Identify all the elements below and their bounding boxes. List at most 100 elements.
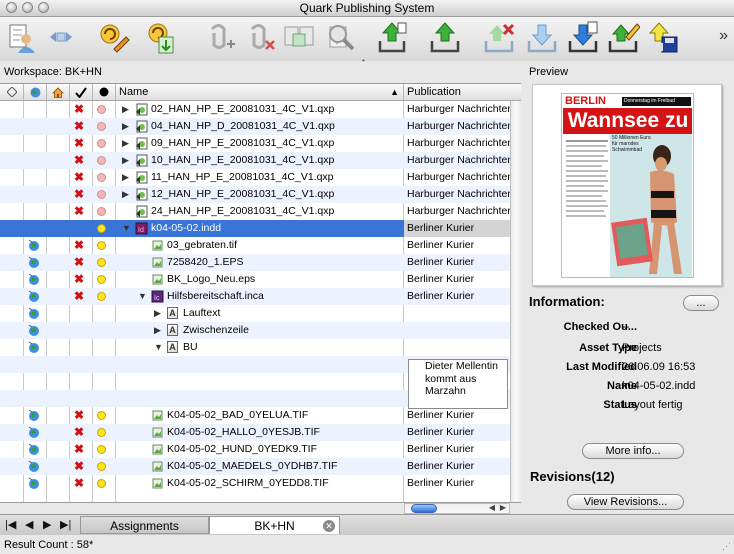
info-field-value: k04-05-02.indd bbox=[622, 380, 696, 392]
toolbar-button-refresh-export[interactable] bbox=[144, 19, 178, 57]
asset-name: 10_HAN_HP_E_20081031_4C_V1.qxp bbox=[151, 154, 335, 166]
disclosure-open-icon[interactable]: ▼ bbox=[138, 288, 147, 305]
text-component-icon: A bbox=[167, 341, 178, 353]
table-row[interactable]: ✖ K04-05-02_MAEDELS_0YDHB7.TIF Berliner Ku… bbox=[0, 458, 510, 475]
first-page-icon[interactable]: |◀ bbox=[5, 518, 16, 531]
toolbar-button-save-upload[interactable] bbox=[645, 19, 679, 57]
disclosure-open-icon[interactable]: ▼ bbox=[154, 339, 163, 356]
minimize-window-button[interactable] bbox=[22, 2, 33, 13]
quark-document-icon bbox=[136, 154, 148, 167]
toolbar-button-check-in-upload[interactable] bbox=[376, 19, 410, 57]
resize-grip-icon[interactable]: ⋰ bbox=[722, 541, 731, 552]
table-row[interactable]: ▼ Id k04-05-02.indd Berliner Kurier bbox=[0, 220, 510, 237]
column-header-status[interactable] bbox=[93, 84, 116, 100]
view-revisions-button[interactable]: View Revisions... bbox=[567, 494, 684, 510]
not-checked-icon: ✖ bbox=[74, 119, 85, 133]
table-row[interactable]: ▼ A BU bbox=[0, 339, 510, 356]
table-row[interactable]: ✖ ▶ 10_HAN_HP_E_20081031_4C_V1.qxp Harburge… bbox=[0, 152, 510, 169]
disclosure-closed-icon[interactable]: ▶ bbox=[122, 118, 129, 135]
table-row[interactable]: ✖ K04-05-02_BAD_0YELUA.TIF Berliner Kurier bbox=[0, 407, 510, 424]
toolbar-button-download-copy[interactable] bbox=[566, 19, 600, 57]
not-checked-icon: ✖ bbox=[74, 136, 85, 150]
zoom-window-button[interactable] bbox=[38, 2, 49, 13]
table-row[interactable]: ✖ K04-05-02_HALLO_0YESJB.TIF Berliner Kuri… bbox=[0, 424, 510, 441]
toolbar-button-edit-tray[interactable] bbox=[606, 19, 640, 57]
table-row[interactable]: ▶ A Lauftext bbox=[0, 305, 510, 322]
disclosure-closed-icon[interactable]: ▶ bbox=[154, 305, 161, 322]
table-row[interactable]: ✖ K04-05-02_SCHIRM_0YEDD8.TIF Berliner Kur… bbox=[0, 475, 510, 492]
status-dot-icon bbox=[97, 292, 106, 301]
table-row[interactable]: ✖ BK_Logo_Neu.eps Berliner Kurier bbox=[0, 271, 510, 288]
toolbar-button-cancel-upload[interactable] bbox=[482, 19, 516, 57]
text-component-icon: A bbox=[167, 307, 178, 319]
web-link-icon bbox=[28, 307, 39, 319]
indesign-file-icon: Id bbox=[135, 222, 148, 235]
toolbar-button-compare-layout[interactable] bbox=[282, 19, 316, 57]
asset-name: 03_gebraten.tif bbox=[167, 239, 238, 251]
toolbar-button-attach-add[interactable] bbox=[202, 19, 236, 57]
column-header-publication[interactable]: Publication bbox=[404, 84, 521, 100]
disclosure-closed-icon[interactable]: ▶ bbox=[122, 135, 129, 152]
column-header-name[interactable]: Name ▲ bbox=[116, 84, 404, 100]
toolbar-overflow-button[interactable]: » bbox=[719, 27, 728, 45]
table-row[interactable]: ✖ 24_HAN_HP_E_20081031_4C_V1.qxp Harburger… bbox=[0, 203, 510, 220]
table-row[interactable]: ✖ K04-05-02_HUND_0YEDK9.TIF Berliner Kurie… bbox=[0, 441, 510, 458]
scroll-right-icon[interactable]: ▶ bbox=[500, 503, 506, 512]
table-row[interactable]: ✖ ▶ 12_HAN_HP_E_20081031_4C_V1.qxp Harburge… bbox=[0, 186, 510, 203]
table-row[interactable]: ✖ ▶ 11_HAN_HP_E_20081031_4C_V1.qxp Harburge… bbox=[0, 169, 510, 186]
table-row[interactable]: ✖ ▼ Ic Hilfsbereitschaft.inca Berliner Kurie… bbox=[0, 288, 510, 305]
vertical-scrollbar[interactable] bbox=[510, 101, 521, 502]
column-header-web[interactable] bbox=[24, 84, 47, 100]
disclosure-closed-icon[interactable]: ▶ bbox=[122, 101, 129, 118]
picture-file-icon bbox=[152, 444, 163, 455]
toolbar-button-back-forward[interactable] bbox=[44, 19, 78, 57]
asset-name: 04_HAN_HP_D_20081031_4C_V1.qxp bbox=[151, 120, 335, 132]
tab-bk-hn[interactable]: BK+HN ✕ bbox=[209, 516, 340, 534]
disclosure-closed-icon[interactable]: ▶ bbox=[154, 322, 161, 339]
close-tab-icon[interactable]: ✕ bbox=[323, 520, 335, 532]
tab-assignments[interactable]: Assignments bbox=[80, 516, 209, 534]
table-row[interactable]: ✖ 7258420_1.EPS Berliner Kurier bbox=[0, 254, 510, 271]
table-row[interactable]: ✖ ▶ 09_HAN_HP_E_20081031_4C_V1.qxp Harburge… bbox=[0, 135, 510, 152]
scroll-thumb[interactable] bbox=[411, 504, 437, 513]
more-info-button[interactable]: More info... bbox=[582, 443, 684, 459]
previous-page-icon[interactable]: ◀ bbox=[25, 518, 33, 531]
column-header-lock[interactable] bbox=[0, 84, 24, 100]
refresh-edit-icon bbox=[100, 24, 130, 53]
disclosure-closed-icon[interactable]: ▶ bbox=[122, 152, 129, 169]
text-component-icon: A bbox=[167, 324, 178, 336]
toolbar-button-user-checklist[interactable] bbox=[4, 19, 38, 57]
column-header-home[interactable] bbox=[47, 84, 70, 100]
not-checked-icon: ✖ bbox=[74, 255, 85, 269]
toolbar-button-download[interactable] bbox=[525, 19, 559, 57]
disclosure-closed-icon[interactable]: ▶ bbox=[122, 186, 129, 203]
toolbar-button-upload[interactable] bbox=[428, 19, 462, 57]
splitter-handle[interactable]: • bbox=[362, 56, 365, 65]
asset-name: 7258420_1.EPS bbox=[167, 256, 244, 268]
info-field-value: Projects bbox=[622, 342, 662, 354]
web-link-icon bbox=[28, 426, 39, 438]
last-page-icon[interactable]: ▶| bbox=[60, 518, 71, 531]
toolbar-button-refresh-edit[interactable] bbox=[96, 19, 130, 57]
table-row[interactable]: ▶ A Zwischenzeile bbox=[0, 322, 510, 339]
column-header-check[interactable] bbox=[70, 84, 93, 100]
web-link-icon bbox=[28, 341, 39, 353]
disclosure-closed-icon[interactable]: ▶ bbox=[122, 169, 129, 186]
table-row[interactable]: ✖ 03_gebraten.tif Berliner Kurier bbox=[0, 237, 510, 254]
disclosure-open-icon[interactable]: ▼ bbox=[122, 220, 131, 237]
preview-label: Preview bbox=[529, 66, 569, 78]
asset-publication: Berliner Kurier bbox=[407, 290, 475, 302]
table-row[interactable]: ✖ ▶ 02_HAN_HP_E_20081031_4C_V1.qxp Harburge… bbox=[0, 101, 510, 118]
horizontal-scrollbar[interactable]: ◀ ▶ bbox=[404, 503, 510, 514]
next-page-icon[interactable]: ▶ bbox=[43, 518, 51, 531]
toolbar-button-search[interactable] bbox=[323, 19, 357, 57]
toolbar-button-attach-remove[interactable] bbox=[242, 19, 276, 57]
table-row[interactable]: ✖ ▶ 04_HAN_HP_D_20081031_4C_V1.qxp Harburge… bbox=[0, 118, 510, 135]
close-window-button[interactable] bbox=[6, 2, 17, 13]
quark-document-icon bbox=[136, 188, 148, 201]
status-dot-icon bbox=[97, 258, 106, 267]
scroll-left-icon[interactable]: ◀ bbox=[489, 503, 495, 512]
caption-note[interactable]: Dieter Mellentin kommt aus Marzahn bbox=[408, 359, 508, 409]
page-thumbnail[interactable]: BERLIN Donnerstag im Freibad Wannsee zu … bbox=[561, 93, 694, 278]
information-options-button[interactable]: ... bbox=[683, 295, 719, 311]
